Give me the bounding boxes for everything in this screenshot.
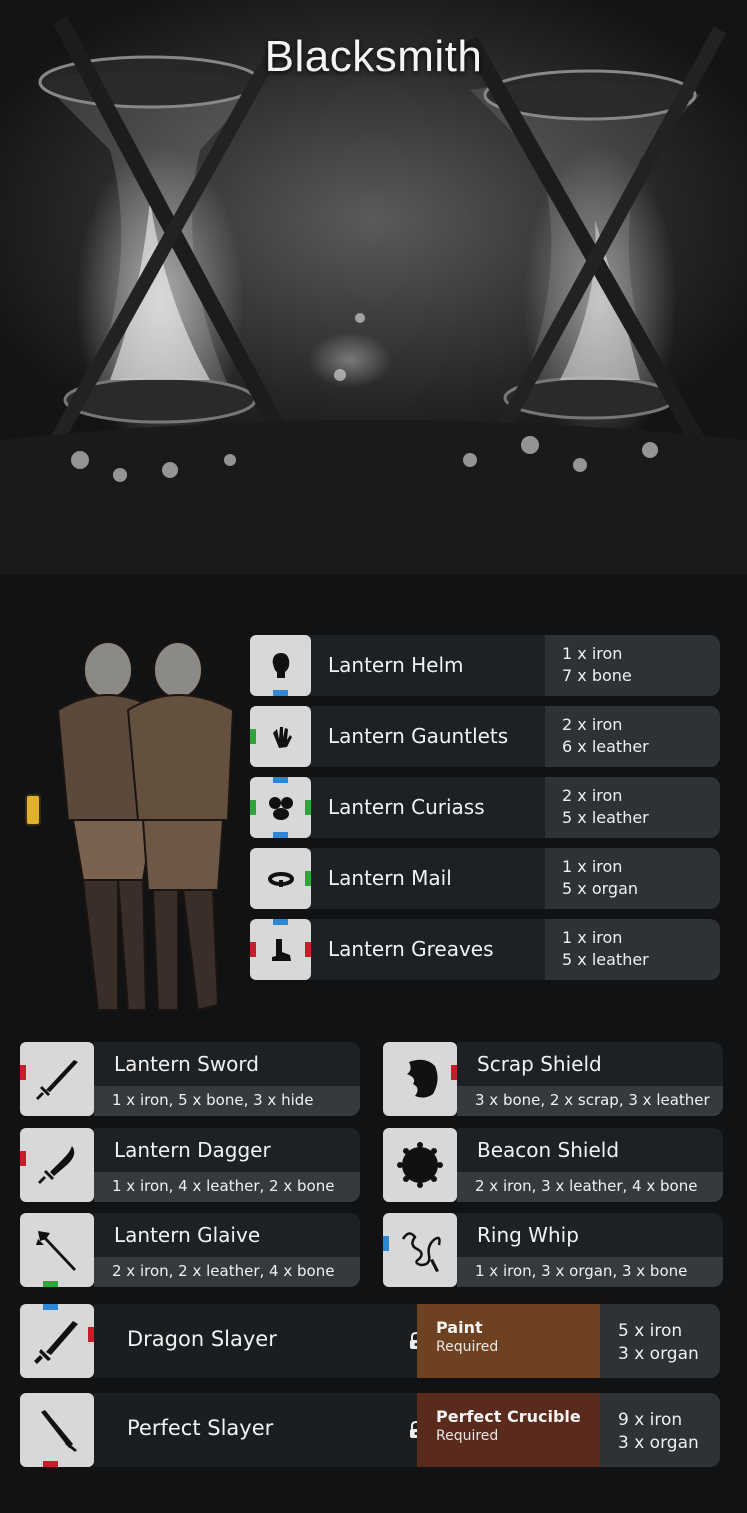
armor-row-lantern-curiass[interactable]: Lantern Curiass 2 x iron 5 x leather (250, 777, 720, 838)
weapon-name: Perfect Slayer (127, 1416, 274, 1440)
sword-icon (36, 1060, 78, 1100)
weapon-ring-whip[interactable]: Ring Whip 1 x iron, 3 x organ, 3 x bone (383, 1213, 723, 1287)
armor-icon-tile (250, 635, 311, 696)
armor-name: Lantern Mail (328, 866, 452, 890)
weapon-scrap-shield[interactable]: Scrap Shield 3 x bone, 2 x scrap, 3 x le… (383, 1042, 723, 1116)
greatsword-icon (34, 1321, 78, 1364)
weapon-cost: 2 x iron, 3 x leather, 4 x bone (475, 1177, 698, 1195)
armor-icon-tile (250, 919, 311, 980)
weapon-name: Lantern Dagger (114, 1138, 271, 1162)
dagger-icon (38, 1146, 75, 1184)
weapon-name: Beacon Shield (477, 1138, 620, 1162)
glaive-icon (36, 1231, 76, 1271)
weapon-cost: 2 x iron, 2 x leather, 4 x bone (112, 1262, 335, 1280)
weapon-cost: 1 x iron, 5 x bone, 3 x hide (112, 1091, 314, 1109)
armor-list: Lantern Helm 1 x iron 7 x bone Lantern Ga… (250, 635, 720, 990)
forge-illustration (0, 16, 747, 575)
armor-cost: 1 x iron 5 x leather (545, 919, 720, 980)
requirement-sub: Required (436, 1428, 499, 1444)
armor-icon-tile (250, 848, 311, 909)
waist-icon (267, 871, 294, 887)
weapon-icon-tile (20, 1304, 94, 1378)
weapon-perfect-slayer[interactable]: Perfect Slayer Perfect Crucible Required… (20, 1393, 720, 1467)
weapon-icon-tile (20, 1042, 94, 1116)
armor-icon-tile (250, 777, 311, 838)
head-icon (272, 652, 289, 678)
armor-name: Lantern Greaves (328, 937, 494, 961)
armor-cost: 2 x iron 6 x leather (545, 706, 720, 767)
armor-cost: 1 x iron 7 x bone (545, 635, 720, 696)
armor-cost: 1 x iron 5 x organ (545, 848, 720, 909)
weapon-dragon-slayer[interactable]: Dragon Slayer Paint Required 5 x iron 3 x… (20, 1304, 720, 1378)
weapon-lantern-glaive[interactable]: Lantern Glaive 2 x iron, 2 x leather, 4 … (20, 1213, 360, 1287)
armor-icon-tile (250, 706, 311, 767)
weapon-icon-tile (383, 1042, 457, 1116)
torso-icon (268, 796, 293, 820)
scrap-shield-icon (407, 1059, 438, 1098)
weapon-lantern-dagger[interactable]: Lantern Dagger 1 x iron, 4 x leather, 2 … (20, 1128, 360, 1202)
weapon-icon-tile (20, 1128, 94, 1202)
armor-cost: 2 x iron 5 x leather (545, 777, 720, 838)
hand-icon (272, 726, 292, 748)
armor-name: Lantern Gauntlets (328, 724, 509, 748)
weapon-icon-tile (383, 1213, 457, 1287)
greatsword-icon (41, 1410, 77, 1452)
weapon-cost: 9 x iron 3 x organ (600, 1393, 720, 1467)
weapon-lantern-sword[interactable]: Lantern Sword 1 x iron, 5 x bone, 3 x hi… (20, 1042, 360, 1116)
weapon-beacon-shield[interactable]: Beacon Shield 2 x iron, 3 x leather, 4 x… (383, 1128, 723, 1202)
weapon-cost: 3 x bone, 2 x scrap, 3 x leather (475, 1091, 710, 1109)
armor-name: Lantern Helm (328, 653, 464, 677)
requirement-title: Paint (436, 1318, 483, 1337)
requirement-box: Paint Required (417, 1304, 600, 1378)
whip-icon (401, 1232, 441, 1272)
armor-row-lantern-helm[interactable]: Lantern Helm 1 x iron 7 x bone (250, 635, 720, 696)
lantern-armor-figure (25, 641, 235, 1012)
weapon-name: Lantern Glaive (114, 1223, 261, 1247)
weapon-name: Lantern Sword (114, 1052, 259, 1076)
armor-row-lantern-greaves[interactable]: Lantern Greaves 1 x iron 5 x leather (250, 919, 720, 980)
requirement-title: Perfect Crucible (436, 1407, 581, 1426)
armor-name: Lantern Curiass (328, 795, 485, 819)
weapon-icon-tile (383, 1128, 457, 1202)
weapon-icon-tile (20, 1393, 94, 1467)
round-shield-icon (397, 1142, 443, 1188)
weapon-cost: 5 x iron 3 x organ (600, 1304, 720, 1378)
requirement-box: Perfect Crucible Required (417, 1393, 600, 1467)
hero-artwork: Blacksmith (0, 0, 747, 575)
armor-row-lantern-mail[interactable]: Lantern Mail 1 x iron 5 x organ (250, 848, 720, 909)
armor-row-lantern-gauntlets[interactable]: Lantern Gauntlets 2 x iron 6 x leather (250, 706, 720, 767)
weapon-cost: 1 x iron, 3 x organ, 3 x bone (475, 1262, 688, 1280)
page-title: Blacksmith (264, 32, 483, 81)
weapon-cost: 1 x iron, 4 x leather, 2 x bone (112, 1177, 335, 1195)
weapon-name: Scrap Shield (477, 1052, 602, 1076)
weapon-name: Dragon Slayer (127, 1327, 277, 1351)
weapon-name: Ring Whip (477, 1223, 579, 1247)
weapon-icon-tile (20, 1213, 94, 1287)
requirement-sub: Required (436, 1339, 499, 1355)
boot-icon (271, 938, 291, 961)
